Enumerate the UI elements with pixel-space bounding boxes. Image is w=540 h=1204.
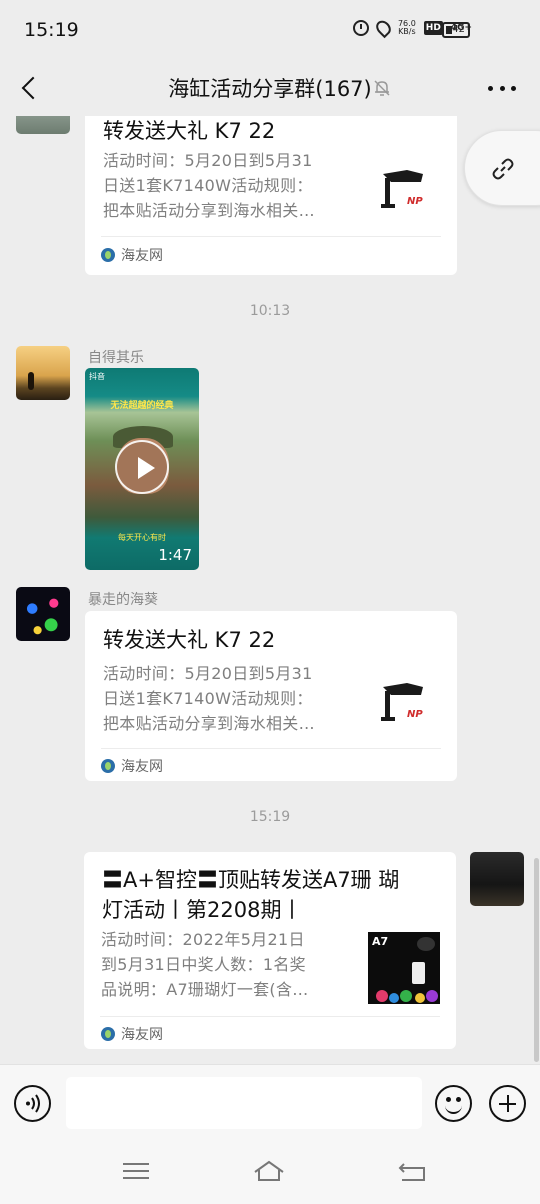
link-card-mid[interactable]: 转发送大礼 K7 22 活动时间：5月20日到5月31 日送1套K7140W活动…	[85, 611, 457, 781]
source-logo-icon	[101, 759, 115, 773]
link-icon	[492, 158, 514, 180]
sender-name: 暴走的海葵	[88, 592, 158, 608]
more-icon[interactable]	[488, 74, 516, 102]
card-divider	[101, 236, 441, 237]
card-description: 活动时间：5月20日到5月31 日送1套K7140W活动规则： 把本贴活动分享到…	[103, 664, 315, 733]
card-thumbnail: A7	[368, 932, 440, 1004]
system-navigation	[0, 1140, 540, 1204]
message-list[interactable]: 转发送大礼 K7 22 活动时间：5月20日到5月31 日送1套K7140W活动…	[0, 116, 540, 1064]
lamp-image: NP	[381, 683, 423, 721]
menu-icon[interactable]	[120, 1158, 152, 1186]
video-caption: 无法超越的经典	[110, 401, 174, 411]
input-bar	[0, 1064, 540, 1140]
card-thumbnail: NP	[369, 667, 441, 739]
battery-icon: 42	[442, 22, 470, 38]
card-title: 转发送大礼 K7 22	[103, 628, 276, 652]
svg-text:NP: NP	[407, 196, 423, 207]
avatar[interactable]	[16, 116, 70, 134]
link-card-top[interactable]: 转发送大礼 K7 22 活动时间：5月20日到5月31 日送1套K7140W活动…	[85, 116, 457, 275]
plus-icon[interactable]	[489, 1085, 526, 1122]
card-divider	[101, 748, 441, 749]
card-thumbnail: NP	[369, 154, 441, 226]
message-input[interactable]	[66, 1077, 422, 1129]
status-bar: 15:19 76.0 KB/s HD 4G+ 42	[0, 0, 540, 60]
card-divider	[100, 1016, 440, 1017]
card-title: 转发送大礼 K7 22	[103, 119, 276, 143]
emoji-icon[interactable]	[435, 1085, 472, 1122]
video-duration: 1:47	[158, 546, 192, 564]
timestamp: 10:13	[249, 303, 291, 319]
location-icon	[373, 17, 394, 39]
coral-lamp-image	[376, 937, 438, 1003]
mute-bell-icon	[374, 80, 390, 96]
source-logo-icon	[101, 1027, 115, 1041]
back-return-icon[interactable]	[396, 1158, 428, 1186]
timestamp: 15:19	[249, 809, 291, 825]
sender-name: 自得其乐	[88, 350, 144, 366]
card-title: 〓A+智控〓顶贴转发送A7珊 瑚 灯活动丨第2208期丨	[102, 868, 400, 922]
my-avatar[interactable]	[470, 852, 524, 906]
video-app-label: 抖音	[89, 372, 105, 381]
card-description: 活动时间：2022年5月21日 到5月31日中奖人数：1名奖 品说明：A7珊瑚灯…	[101, 930, 309, 999]
card-source: 海友网	[101, 245, 163, 265]
svg-text:NP: NP	[407, 709, 423, 720]
voice-icon[interactable]	[14, 1085, 51, 1122]
hd-badge: HD	[423, 21, 443, 35]
chat-title: 海缸活动分享群(167)	[168, 77, 372, 101]
floating-link-button[interactable]	[464, 130, 540, 206]
home-icon[interactable]	[253, 1158, 285, 1186]
network-speed: 76.0 KB/s	[398, 20, 416, 36]
alarm-icon	[352, 20, 369, 36]
card-description: 活动时间：5月20日到5月31 日送1套K7140W活动规则： 把本贴活动分享到…	[103, 151, 315, 220]
avatar[interactable]	[16, 587, 70, 641]
avatar[interactable]	[16, 346, 70, 400]
lamp-image: NP	[381, 170, 423, 208]
play-icon[interactable]	[115, 440, 169, 494]
link-card-own[interactable]: 〓A+智控〓顶贴转发送A7珊 瑚 灯活动丨第2208期丨 活动时间：2022年5…	[84, 852, 456, 1049]
card-source: 海友网	[101, 1024, 163, 1044]
video-message[interactable]: 抖音 无法超越的经典 每天开心有时 1:47	[85, 368, 199, 570]
status-time: 15:19	[24, 19, 79, 41]
chat-header: 海缸活动分享群(167)	[0, 60, 540, 116]
video-bottom-text: 每天开心有时	[118, 533, 166, 542]
card-source: 海友网	[101, 756, 163, 776]
source-logo-icon	[101, 248, 115, 262]
network-speed-unit: KB/s	[398, 27, 416, 36]
scrollbar[interactable]	[534, 858, 539, 1062]
